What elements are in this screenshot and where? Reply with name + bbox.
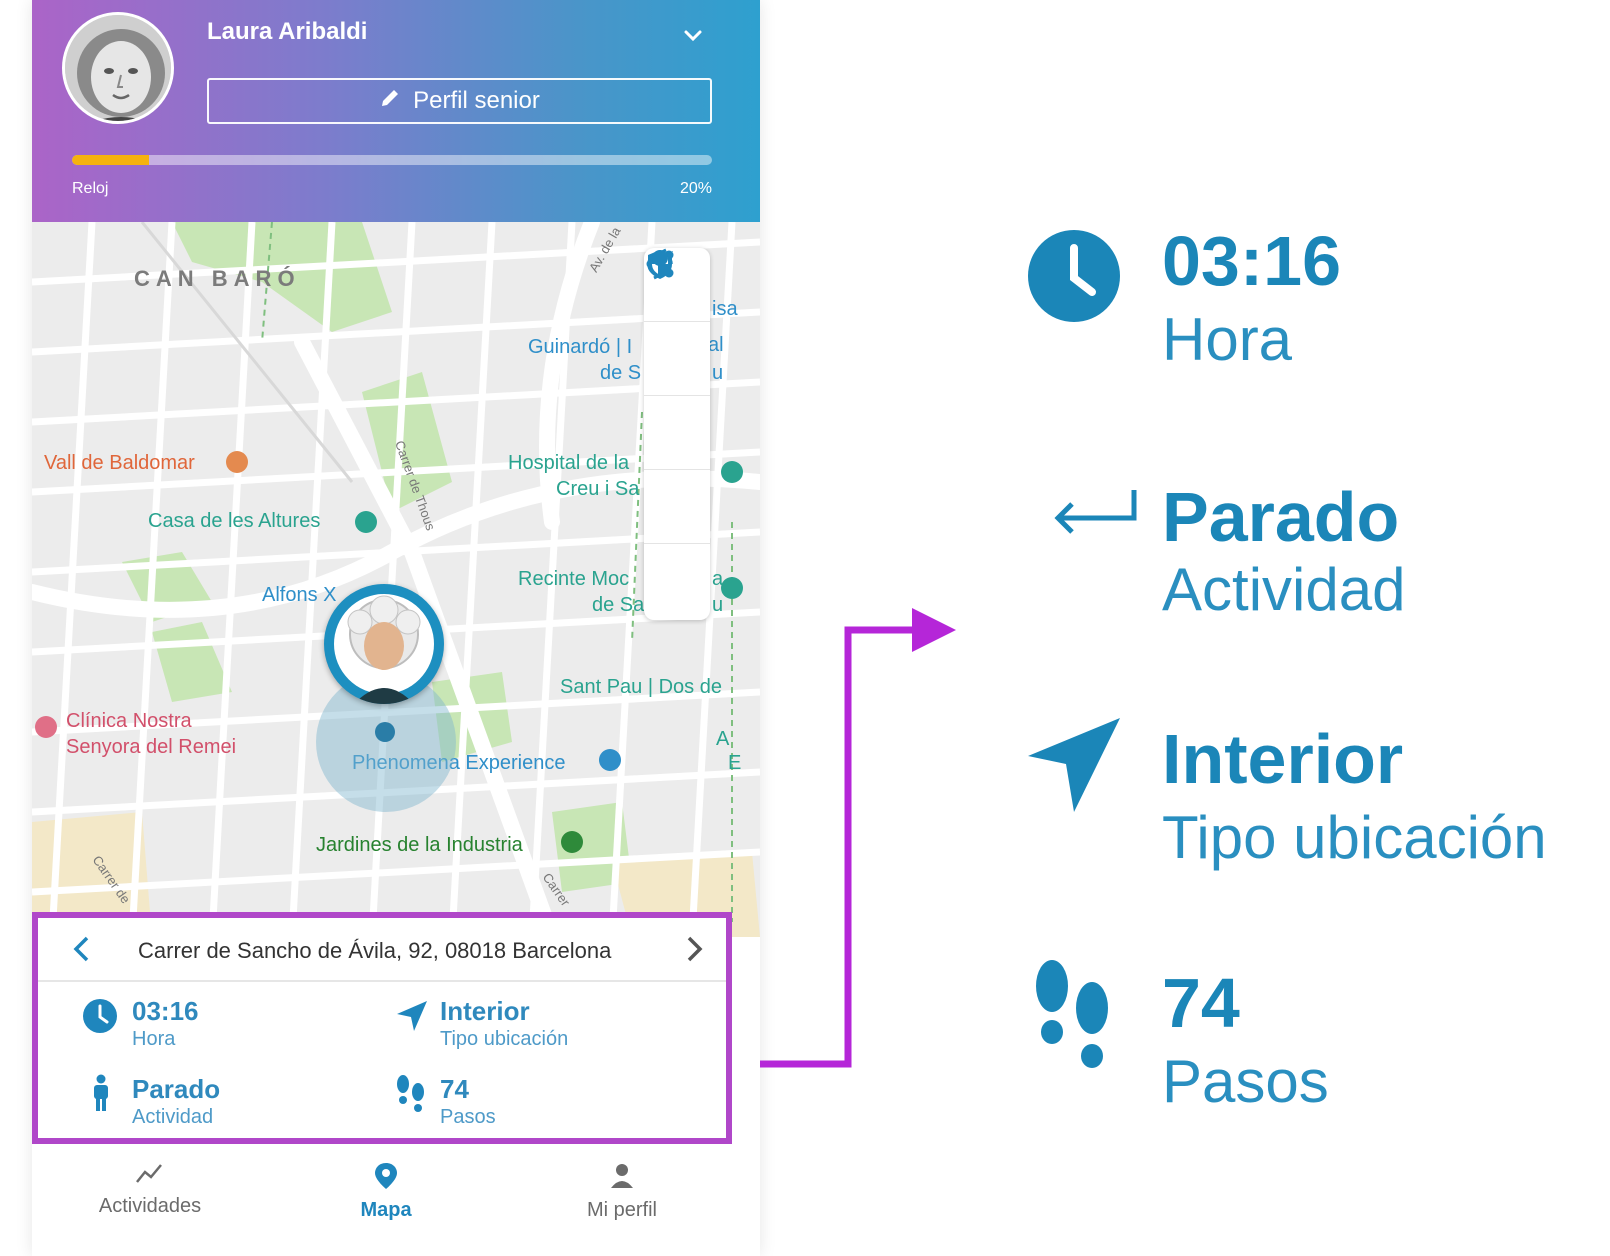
poi-a-2: E: [728, 752, 742, 774]
user-name: Laura Aribaldi: [207, 18, 368, 45]
next-location-button[interactable]: [678, 934, 708, 964]
poi-recinte-1: Recinte Moc: [518, 568, 630, 590]
map-pin-icon: [373, 1163, 399, 1194]
footprints-icon: [394, 1074, 428, 1119]
poi-hospital-1: Hospital de la: [508, 452, 630, 474]
stat-location-value: Interior: [440, 996, 530, 1026]
poi-guinardo-2: de S: [600, 362, 642, 384]
person-icon: [609, 1164, 635, 1194]
poi-casa-right: isa: [712, 298, 738, 320]
poi-clinica-1: Clínica Nostra: [66, 710, 192, 732]
clock-icon: [1026, 228, 1122, 329]
detail-location-value: Interior: [1162, 720, 1404, 798]
progress-label: Reloj: [72, 180, 109, 197]
standing-person-icon: [90, 1074, 112, 1117]
pin-button[interactable]: [644, 250, 710, 618]
location-info-card: Carrer de Sancho de Ávila, 92, 08018 Bar…: [32, 912, 732, 1144]
nav-label-mapa: Mapa: [360, 1199, 412, 1221]
watch-progress-bar: [72, 155, 712, 165]
detail-steps-value: 74: [1162, 964, 1240, 1042]
poi-recinte-2: de Sa: [592, 594, 645, 616]
clock-icon: [82, 998, 118, 1039]
poi-guinardo-1: Guinardó | I: [528, 336, 633, 358]
poi-vall-baldomar: Vall de Baldomar: [44, 452, 195, 474]
poi-clinica-2: Senyora del Remei: [66, 736, 237, 758]
stat-time-label: Hora: [132, 1028, 176, 1050]
safe-zone-button[interactable]: [644, 250, 710, 544]
stat-activity-label: Actividad: [132, 1106, 214, 1128]
poi-guinardo-2b: u: [712, 362, 724, 384]
share-button[interactable]: [644, 250, 710, 396]
senior-marker[interactable]: [324, 584, 444, 704]
bottom-navigation: Actividades Mapa Mi perfil: [32, 1150, 760, 1256]
return-arrow-icon: [1046, 480, 1142, 549]
stat-steps-label: Pasos: [440, 1106, 496, 1128]
nav-item-mi-perfil[interactable]: Mi perfil: [522, 1162, 722, 1222]
footprints-icon: [1028, 960, 1118, 1085]
previous-location-button[interactable]: [68, 934, 98, 964]
poi-recinte-1b: a: [712, 568, 724, 590]
poi-jardines: Jardines de la Industria: [316, 834, 523, 856]
nav-label-actividades: Actividades: [98, 1195, 202, 1217]
poi-hospital-2: Creu i Sa: [556, 478, 640, 500]
map-view[interactable]: CAN BARÓ Av. de la Guinardó | I al de S …: [32, 222, 760, 937]
poi-sant-pau: Sant Pau | Dos de: [560, 676, 722, 698]
detail-activity-value: Parado: [1162, 478, 1400, 556]
district-label: CAN BARÓ: [134, 266, 301, 291]
navigate-button[interactable]: [644, 251, 710, 470]
address-row: Carrer de Sancho de Ávila, 92, 08018 Bar…: [38, 918, 726, 982]
senior-profile-label: Perfil senior: [413, 87, 540, 114]
location-dot: [375, 722, 395, 742]
detail-time-value: 03:16: [1162, 222, 1342, 300]
detail-time-label: Hora: [1162, 306, 1293, 373]
poi-casa-altures: Casa de les Altures: [148, 510, 321, 532]
poi-guinardo-1b: al: [708, 334, 724, 356]
avatar[interactable]: [62, 12, 174, 124]
profile-header: Laura Aribaldi Perfil senior Reloj 20%: [32, 0, 760, 222]
detail-steps-label: Pasos: [1162, 1048, 1329, 1115]
watch-progress-fill: [72, 155, 149, 165]
nav-item-mapa[interactable]: Mapa: [286, 1162, 486, 1222]
phone-screen: Laura Aribaldi Perfil senior Reloj 20% C…: [32, 0, 760, 1256]
senior-profile-button[interactable]: Perfil senior: [207, 78, 712, 124]
detail-activity-label: Actividad: [1162, 556, 1406, 623]
chevron-right-icon: [678, 936, 708, 968]
poi-recinte-2b: u: [712, 594, 724, 616]
stat-activity-value: Parado: [132, 1074, 221, 1104]
navigation-icon: [394, 998, 430, 1039]
stat-steps-value: 74: [440, 1074, 469, 1104]
stat-time-value: 03:16: [132, 996, 199, 1026]
stat-location-label: Tipo ubicación: [440, 1028, 569, 1050]
nav-label-mi-perfil: Mi perfil: [586, 1199, 657, 1221]
poi-a-1: A: [716, 728, 730, 750]
chevron-down-icon[interactable]: [678, 20, 708, 50]
activity-chart-icon: [135, 1164, 165, 1190]
chevron-left-icon: [68, 936, 98, 968]
map-tools-panel: [644, 248, 710, 620]
address-text: Carrer de Sancho de Ávila, 92, 08018 Bar…: [138, 938, 612, 963]
pencil-icon: [379, 87, 401, 116]
navigation-icon: [1024, 716, 1124, 821]
progress-value: 20%: [679, 180, 712, 197]
detail-location-label: Tipo ubicación: [1162, 804, 1547, 871]
nav-item-actividades[interactable]: Actividades: [50, 1162, 250, 1218]
